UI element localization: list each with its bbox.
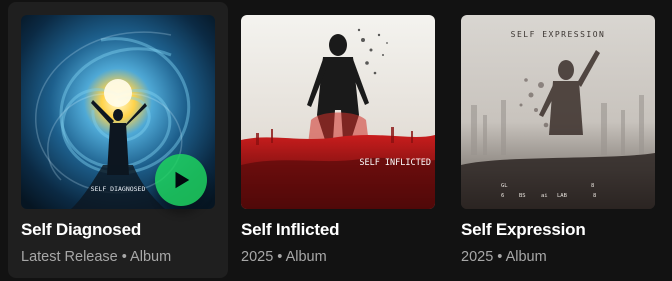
play-icon [175,171,190,189]
album-card-self-expression[interactable]: SELF EXPRESSION GL 8 6 BS ai LAB 8 Self … [448,2,668,278]
album-subtitle: Latest Release • Album [21,249,172,265]
album-title[interactable]: Self Diagnosed [21,220,141,240]
album-title[interactable]: Self Expression [461,220,586,240]
cover-footer-text: 8 [593,193,596,199]
play-button[interactable] [155,154,207,206]
cover-art-figure-red: SELF INFLICTED [241,15,435,209]
cover-caption: SELF INFLICTED [359,158,431,168]
cover-footer-text: GL [501,183,508,189]
cover-footer-text: 6 [501,193,504,199]
album-title[interactable]: Self Inflicted [241,220,339,240]
cover-caption: SELF DIAGNOSED [91,185,146,193]
cover-caption: SELF EXPRESSION [511,30,606,39]
cover-footer-text: LAB [557,193,568,199]
cover-footer-text: BS [519,193,526,199]
album-card-self-diagnosed[interactable]: SELF DIAGNOSED Self Diagnosed Latest Rel… [8,2,228,278]
cover-art-fog-figure: SELF EXPRESSION GL 8 6 BS ai LAB 8 [461,15,655,209]
album-shelf: SELF DIAGNOSED Self Diagnosed Latest Rel… [0,0,672,281]
album-card-self-inflicted[interactable]: SELF INFLICTED Self Inflicted 2025 • Alb… [228,2,448,278]
album-subtitle: 2025 • Album [461,249,547,265]
cover-footer-text: 8 [591,183,594,189]
album-subtitle: 2025 • Album [241,249,327,265]
cover-footer-text: ai [541,193,548,199]
album-cover[interactable]: SELF INFLICTED [241,15,435,209]
album-cover[interactable]: SELF EXPRESSION GL 8 6 BS ai LAB 8 [461,15,655,209]
